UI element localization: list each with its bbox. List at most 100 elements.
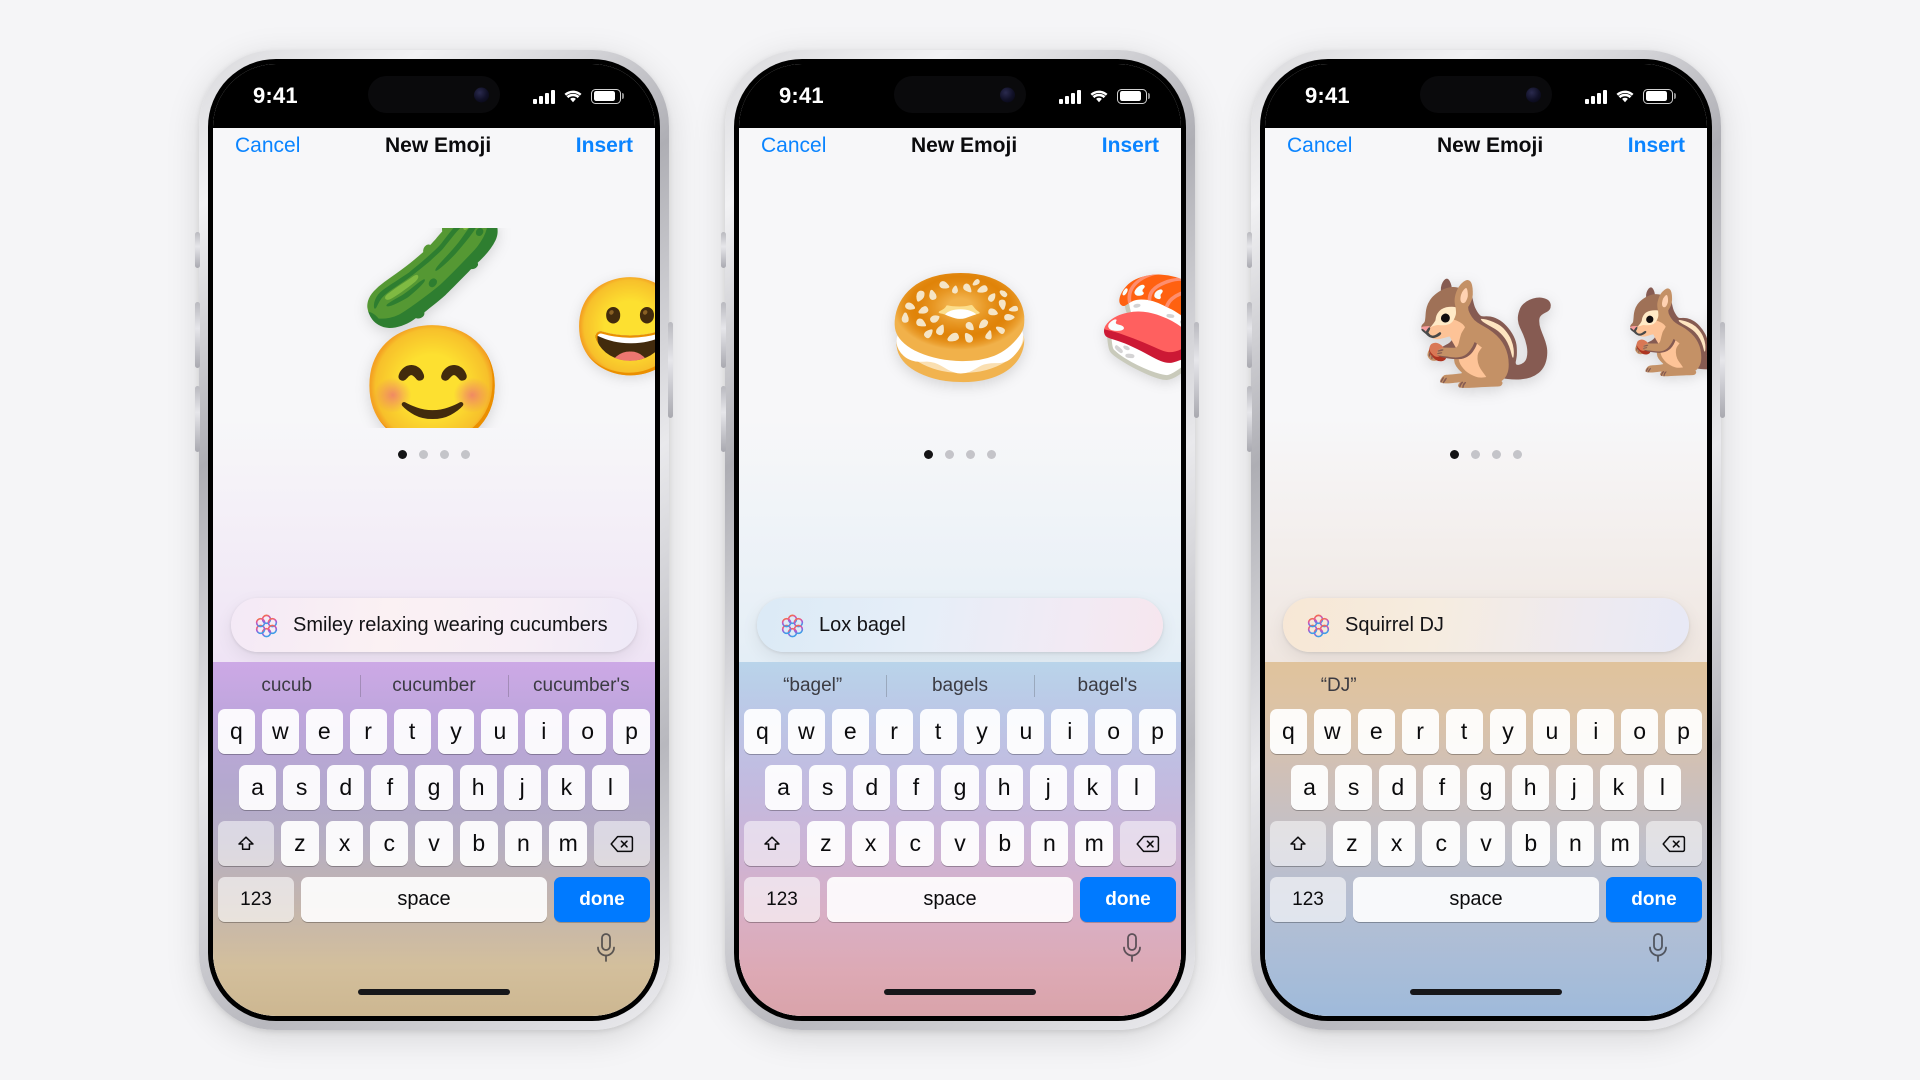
key-x[interactable]: x — [1377, 821, 1416, 866]
key-z[interactable]: z — [281, 821, 319, 866]
space-key[interactable]: space — [301, 877, 547, 922]
key-v[interactable]: v — [1467, 821, 1505, 866]
key-x[interactable]: x — [851, 821, 890, 866]
key-c[interactable]: c — [896, 821, 935, 866]
key-t[interactable]: t — [919, 709, 957, 754]
key-q[interactable]: q — [1269, 709, 1307, 754]
smiley-cucumber-variant[interactable]: 😀 — [571, 268, 655, 388]
key-u[interactable]: u — [1007, 709, 1045, 754]
suggestion-1[interactable]: “DJ” — [1265, 675, 1412, 697]
key-c[interactable]: c — [370, 821, 409, 866]
page-dot-4[interactable] — [461, 450, 470, 459]
shift-key[interactable] — [218, 821, 274, 866]
prompt-input-field[interactable]: Lox bagel — [757, 598, 1163, 652]
page-dot-3[interactable] — [966, 450, 975, 459]
backspace-key[interactable] — [1120, 821, 1176, 866]
key-y[interactable]: y — [1489, 709, 1527, 754]
key-d[interactable]: d — [853, 765, 891, 810]
prompt-input-field[interactable]: Squirrel DJ — [1283, 598, 1689, 652]
backspace-key[interactable] — [594, 821, 650, 866]
key-z[interactable]: z — [807, 821, 845, 866]
page-dot-1[interactable] — [1450, 450, 1459, 459]
key-u[interactable]: u — [481, 709, 519, 754]
power-button[interactable] — [1720, 322, 1725, 418]
key-g[interactable]: g — [941, 765, 979, 810]
key-l[interactable]: l — [591, 765, 629, 810]
key-l[interactable]: l — [1643, 765, 1681, 810]
key-k[interactable]: k — [547, 765, 585, 810]
space-key[interactable]: space — [1353, 877, 1599, 922]
insert-button[interactable]: Insert — [1102, 134, 1159, 158]
suggestion-3[interactable]: bagel's — [1034, 675, 1181, 697]
suggestion-2[interactable]: bagels — [886, 675, 1033, 697]
key-j[interactable]: j — [503, 765, 541, 810]
shift-key[interactable] — [1270, 821, 1326, 866]
key-k[interactable]: k — [1073, 765, 1111, 810]
silent-switch[interactable] — [195, 232, 200, 268]
page-dot-3[interactable] — [440, 450, 449, 459]
cancel-button[interactable]: Cancel — [235, 134, 300, 158]
key-o[interactable]: o — [1621, 709, 1659, 754]
key-u[interactable]: u — [1533, 709, 1571, 754]
shift-key[interactable] — [744, 821, 800, 866]
key-n[interactable]: n — [1556, 821, 1595, 866]
key-t[interactable]: t — [393, 709, 431, 754]
silent-switch[interactable] — [721, 232, 726, 268]
microphone-icon[interactable] — [593, 932, 619, 966]
key-n[interactable]: n — [504, 821, 543, 866]
key-h[interactable]: h — [459, 765, 497, 810]
key-g[interactable]: g — [415, 765, 453, 810]
page-dot-4[interactable] — [987, 450, 996, 459]
key-m[interactable]: m — [549, 821, 588, 866]
home-indicator[interactable] — [884, 989, 1036, 995]
volume-down-button[interactable] — [1247, 386, 1252, 452]
key-i[interactable]: i — [525, 709, 563, 754]
key-i[interactable]: i — [1051, 709, 1089, 754]
key-f[interactable]: f — [371, 765, 409, 810]
key-m[interactable]: m — [1075, 821, 1114, 866]
key-j[interactable]: j — [1555, 765, 1593, 810]
key-a[interactable]: a — [239, 765, 277, 810]
page-indicator[interactable] — [398, 450, 470, 459]
page-dot-4[interactable] — [1513, 450, 1522, 459]
volume-up-button[interactable] — [195, 302, 200, 368]
key-s[interactable]: s — [1335, 765, 1373, 810]
key-a[interactable]: a — [1291, 765, 1329, 810]
page-dot-1[interactable] — [398, 450, 407, 459]
volume-down-button[interactable] — [195, 386, 200, 452]
backspace-key[interactable] — [1646, 821, 1702, 866]
key-e[interactable]: e — [831, 709, 869, 754]
page-dot-2[interactable] — [419, 450, 428, 459]
numeric-key[interactable]: 123 — [1270, 877, 1346, 922]
key-l[interactable]: l — [1117, 765, 1155, 810]
silent-switch[interactable] — [1247, 232, 1252, 268]
numeric-key[interactable]: 123 — [218, 877, 294, 922]
page-dot-1[interactable] — [924, 450, 933, 459]
key-w[interactable]: w — [787, 709, 825, 754]
key-r[interactable]: r — [349, 709, 387, 754]
suggestion-2[interactable]: cucumber — [360, 675, 507, 697]
key-q[interactable]: q — [217, 709, 255, 754]
key-c[interactable]: c — [1422, 821, 1461, 866]
squirrel-dj-variant[interactable]: 🐿️ — [1623, 268, 1707, 388]
key-v[interactable]: v — [941, 821, 979, 866]
key-n[interactable]: n — [1030, 821, 1069, 866]
page-indicator[interactable] — [924, 450, 996, 459]
lox-bagel-genmoji[interactable]: 🥯 — [885, 253, 1035, 403]
key-b[interactable]: b — [1511, 821, 1550, 866]
key-i[interactable]: i — [1577, 709, 1615, 754]
volume-down-button[interactable] — [721, 386, 726, 452]
home-indicator[interactable] — [1410, 989, 1562, 995]
key-b[interactable]: b — [985, 821, 1024, 866]
key-e[interactable]: e — [305, 709, 343, 754]
key-h[interactable]: h — [985, 765, 1023, 810]
key-t[interactable]: t — [1445, 709, 1483, 754]
key-g[interactable]: g — [1467, 765, 1505, 810]
power-button[interactable] — [668, 322, 673, 418]
key-j[interactable]: j — [1029, 765, 1067, 810]
cancel-button[interactable]: Cancel — [1287, 134, 1352, 158]
key-q[interactable]: q — [743, 709, 781, 754]
cancel-button[interactable]: Cancel — [761, 134, 826, 158]
key-f[interactable]: f — [897, 765, 935, 810]
key-s[interactable]: s — [809, 765, 847, 810]
